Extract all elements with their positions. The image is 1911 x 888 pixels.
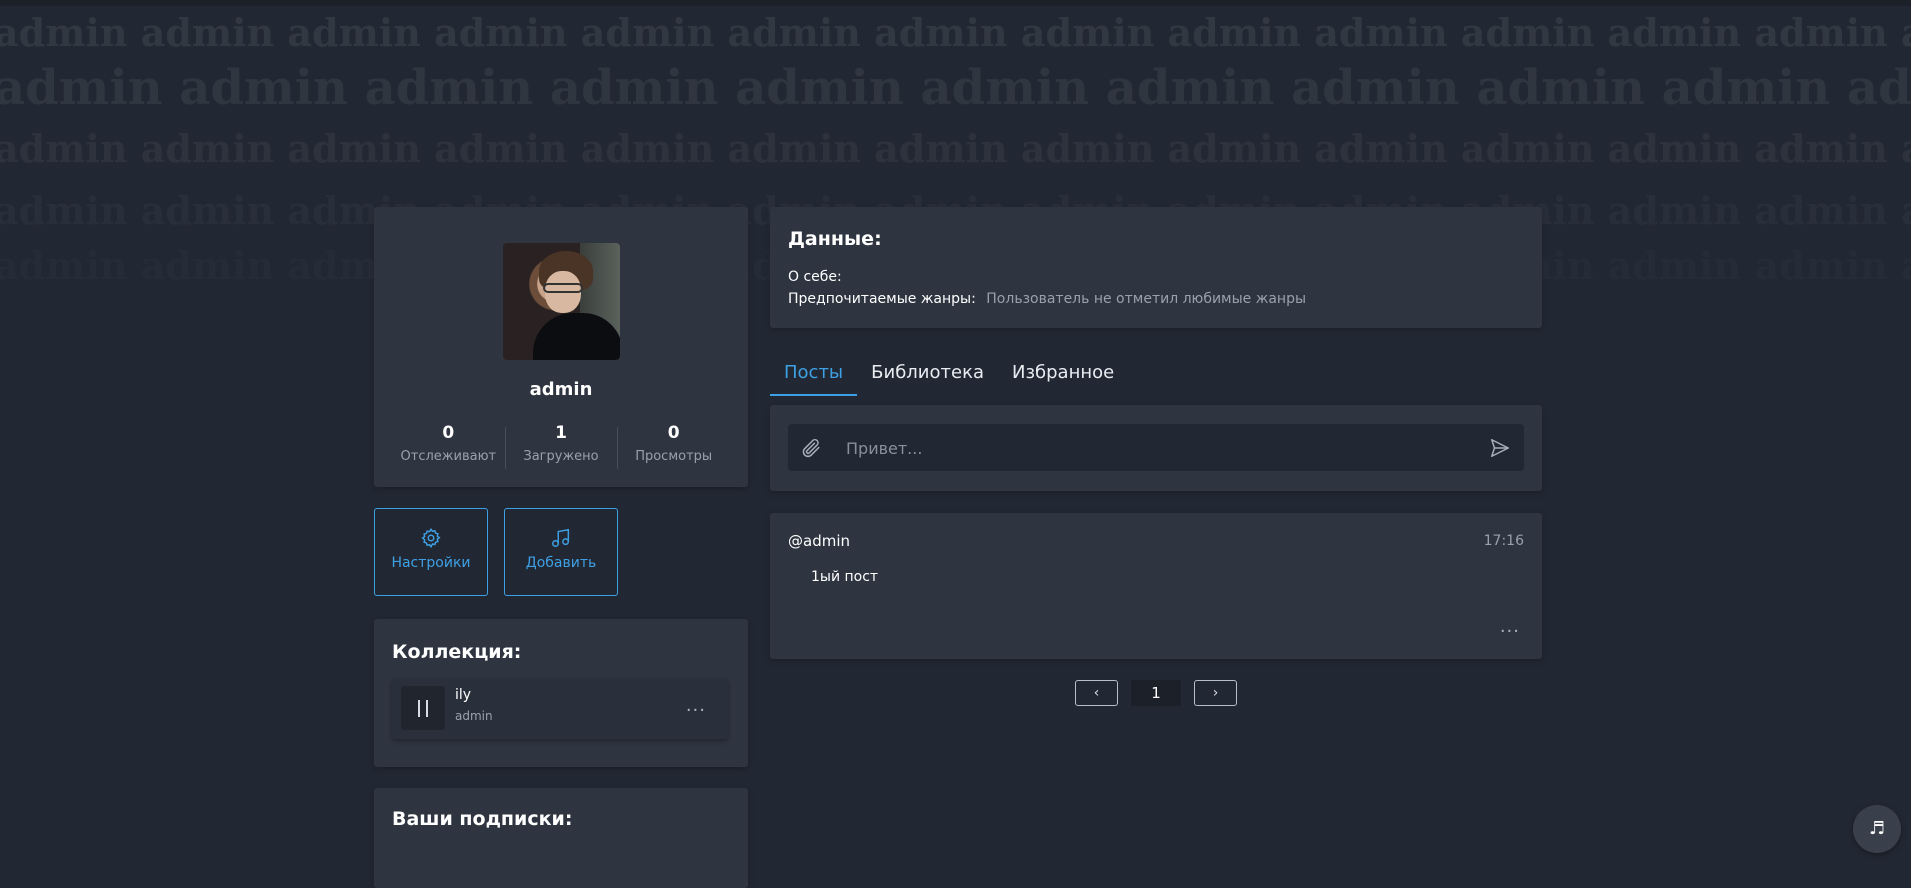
subscriptions-card: Ваши подписки: bbox=[374, 788, 748, 888]
pause-icon[interactable] bbox=[401, 686, 445, 730]
gear-icon bbox=[421, 527, 441, 549]
genres-row: Предпочитаемые жанры: Пользователь не от… bbox=[788, 291, 1306, 307]
info-title: Данные: bbox=[788, 228, 882, 250]
top-border bbox=[0, 0, 1911, 6]
watermark-row: admin admin admin admin admin admin admi… bbox=[0, 10, 1911, 55]
tab-favorites[interactable]: Избранное bbox=[998, 358, 1128, 394]
prev-page-button[interactable]: ‹ bbox=[1075, 680, 1118, 706]
post-more-options-icon[interactable]: ... bbox=[1500, 618, 1520, 636]
tab-posts[interactable]: Посты bbox=[770, 358, 858, 396]
stat-value: 0 bbox=[442, 423, 455, 443]
avatar[interactable] bbox=[503, 243, 620, 360]
track-artist[interactable]: admin bbox=[455, 709, 493, 723]
subscriptions-title: Ваши подписки: bbox=[392, 808, 573, 830]
profile-tabs: Посты Библиотека Избранное bbox=[770, 358, 1128, 396]
stat-views[interactable]: 0 Просмотры bbox=[617, 423, 730, 471]
track-name[interactable]: ily bbox=[455, 687, 471, 703]
track-item[interactable]: ily admin ... bbox=[392, 679, 728, 739]
post-time: 17:16 bbox=[1483, 533, 1524, 549]
music-player-button[interactable]: ♬ bbox=[1853, 805, 1901, 853]
collection-title: Коллекция: bbox=[392, 641, 522, 663]
collection-card: Коллекция: ily admin ... bbox=[374, 619, 748, 767]
about-row: О себе: bbox=[788, 269, 842, 285]
profile-card: admin 0 Отслеживают 1 Загружено 0 Просмо… bbox=[374, 207, 748, 487]
stat-value: 0 bbox=[667, 423, 680, 443]
genres-label: Предпочитаемые жанры: bbox=[788, 291, 976, 307]
post-input-box bbox=[788, 424, 1524, 473]
about-label: О себе: bbox=[788, 269, 842, 285]
profile-stats: 0 Отслеживают 1 Загружено 0 Просмотры bbox=[392, 423, 730, 471]
tab-library[interactable]: Библиотека bbox=[857, 358, 998, 394]
add-track-button[interactable]: Добавить bbox=[504, 508, 618, 596]
post-input[interactable] bbox=[844, 424, 1448, 473]
next-page-button[interactable]: › bbox=[1194, 680, 1237, 706]
user-info-card: Данные: О себе: Предпочитаемые жанры: По… bbox=[770, 207, 1542, 328]
settings-button[interactable]: Настройки bbox=[374, 508, 488, 596]
post-card: @admin 17:16 1ый пост ... bbox=[770, 513, 1542, 659]
stat-label: Отслеживают bbox=[400, 449, 497, 464]
pagination: ‹ 1 › bbox=[1075, 680, 1237, 708]
profile-username: admin bbox=[529, 379, 593, 400]
send-icon[interactable] bbox=[1488, 437, 1512, 459]
watermark-row: admin admin admin admin admin admin admi… bbox=[0, 126, 1911, 171]
post-author[interactable]: @admin bbox=[788, 532, 850, 550]
stat-uploads[interactable]: 1 Загружено bbox=[504, 423, 618, 471]
stat-followers[interactable]: 0 Отслеживают bbox=[392, 423, 505, 471]
settings-label: Настройки bbox=[391, 555, 471, 571]
stat-label: Просмотры bbox=[635, 449, 713, 464]
post-content: 1ый пост bbox=[811, 569, 879, 585]
post-composer bbox=[770, 405, 1542, 491]
paperclip-icon[interactable] bbox=[800, 437, 822, 459]
stat-value: 1 bbox=[555, 423, 567, 443]
watermark-row: admin admin admin admin admin admin admi… bbox=[0, 60, 1911, 116]
current-page[interactable]: 1 bbox=[1131, 680, 1181, 706]
music-note-icon bbox=[552, 528, 570, 547]
more-options-icon[interactable]: ... bbox=[686, 697, 706, 715]
add-label: Добавить bbox=[525, 555, 597, 571]
stat-label: Загружено bbox=[523, 449, 599, 464]
genres-value: Пользователь не отметил любимые жанры bbox=[986, 291, 1307, 307]
